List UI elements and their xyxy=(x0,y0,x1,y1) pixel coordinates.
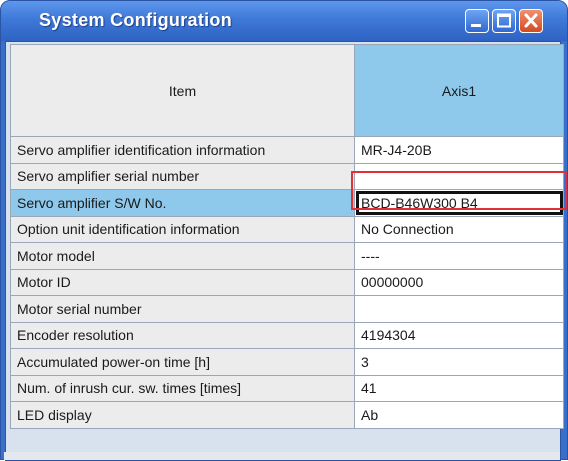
table-row[interactable]: Servo amplifier identification informati… xyxy=(10,136,564,164)
title-bar[interactable]: System Configuration xyxy=(1,1,567,41)
table-row[interactable]: Motor model ---- xyxy=(10,242,564,270)
column-header-item[interactable]: Item xyxy=(10,44,355,137)
table-row[interactable]: Option unit identification information No… xyxy=(10,215,564,243)
row-axis1-value[interactable]: 3 xyxy=(354,348,564,376)
table-row[interactable]: Num. of inrush cur. sw. times [times] 41 xyxy=(10,374,564,402)
bottom-edge xyxy=(4,452,560,460)
row-item-label[interactable]: Motor ID xyxy=(10,268,355,296)
row-axis1-value[interactable]: 4194304 xyxy=(354,321,564,349)
row-item-label[interactable]: Servo amplifier S/W No. xyxy=(10,189,355,217)
content-area: Item Axis1 Servo amplifier identificatio… xyxy=(5,41,564,461)
minimize-button[interactable] xyxy=(465,9,489,33)
row-axis1-value[interactable]: BCD-B46W300 B4 xyxy=(354,189,564,217)
row-axis1-value[interactable]: MR-J4-20B xyxy=(354,136,564,164)
row-item-label[interactable]: Servo amplifier serial number xyxy=(10,162,355,190)
row-axis1-value[interactable] xyxy=(354,162,564,190)
system-configuration-window: System Configuration Item Axis1 Servo am… xyxy=(0,0,568,461)
row-axis1-value[interactable]: Ab xyxy=(354,401,564,429)
row-axis1-value[interactable]: 41 xyxy=(354,374,564,402)
table-row[interactable]: Encoder resolution 4194304 xyxy=(10,321,564,349)
minimize-icon xyxy=(471,24,481,27)
row-item-label[interactable]: LED display xyxy=(10,401,355,429)
row-item-label[interactable]: Num. of inrush cur. sw. times [times] xyxy=(10,374,355,402)
row-axis1-value[interactable]: 00000000 xyxy=(354,268,564,296)
row-item-label[interactable]: Motor model xyxy=(10,242,355,270)
table-row[interactable]: Motor ID 00000000 xyxy=(10,268,564,296)
row-item-label[interactable]: Accumulated power-on time [h] xyxy=(10,348,355,376)
row-axis1-value[interactable]: ---- xyxy=(354,242,564,270)
table-header-row: Item Axis1 xyxy=(10,44,564,137)
table-row[interactable]: LED display Ab xyxy=(10,401,564,429)
row-axis1-value[interactable] xyxy=(354,295,564,323)
row-item-label[interactable]: Encoder resolution xyxy=(10,321,355,349)
row-axis1-value[interactable]: No Connection xyxy=(354,215,564,243)
configuration-table: Item Axis1 Servo amplifier identificatio… xyxy=(10,44,564,429)
row-item-label[interactable]: Servo amplifier identification informati… xyxy=(10,136,355,164)
row-item-label[interactable]: Option unit identification information xyxy=(10,215,355,243)
column-header-axis1[interactable]: Axis1 xyxy=(354,44,564,137)
row-item-label[interactable]: Motor serial number xyxy=(10,295,355,323)
close-button[interactable] xyxy=(519,9,543,33)
maximize-icon xyxy=(497,13,511,28)
close-icon xyxy=(524,13,538,28)
table-row[interactable]: Accumulated power-on time [h] 3 xyxy=(10,348,564,376)
table-row[interactable]: Servo amplifier S/W No. BCD-B46W300 B4 xyxy=(10,189,564,217)
maximize-button[interactable] xyxy=(492,9,516,33)
table-row[interactable]: Motor serial number xyxy=(10,295,564,323)
table-row[interactable]: Servo amplifier serial number xyxy=(10,162,564,190)
window-title: System Configuration xyxy=(39,10,233,30)
